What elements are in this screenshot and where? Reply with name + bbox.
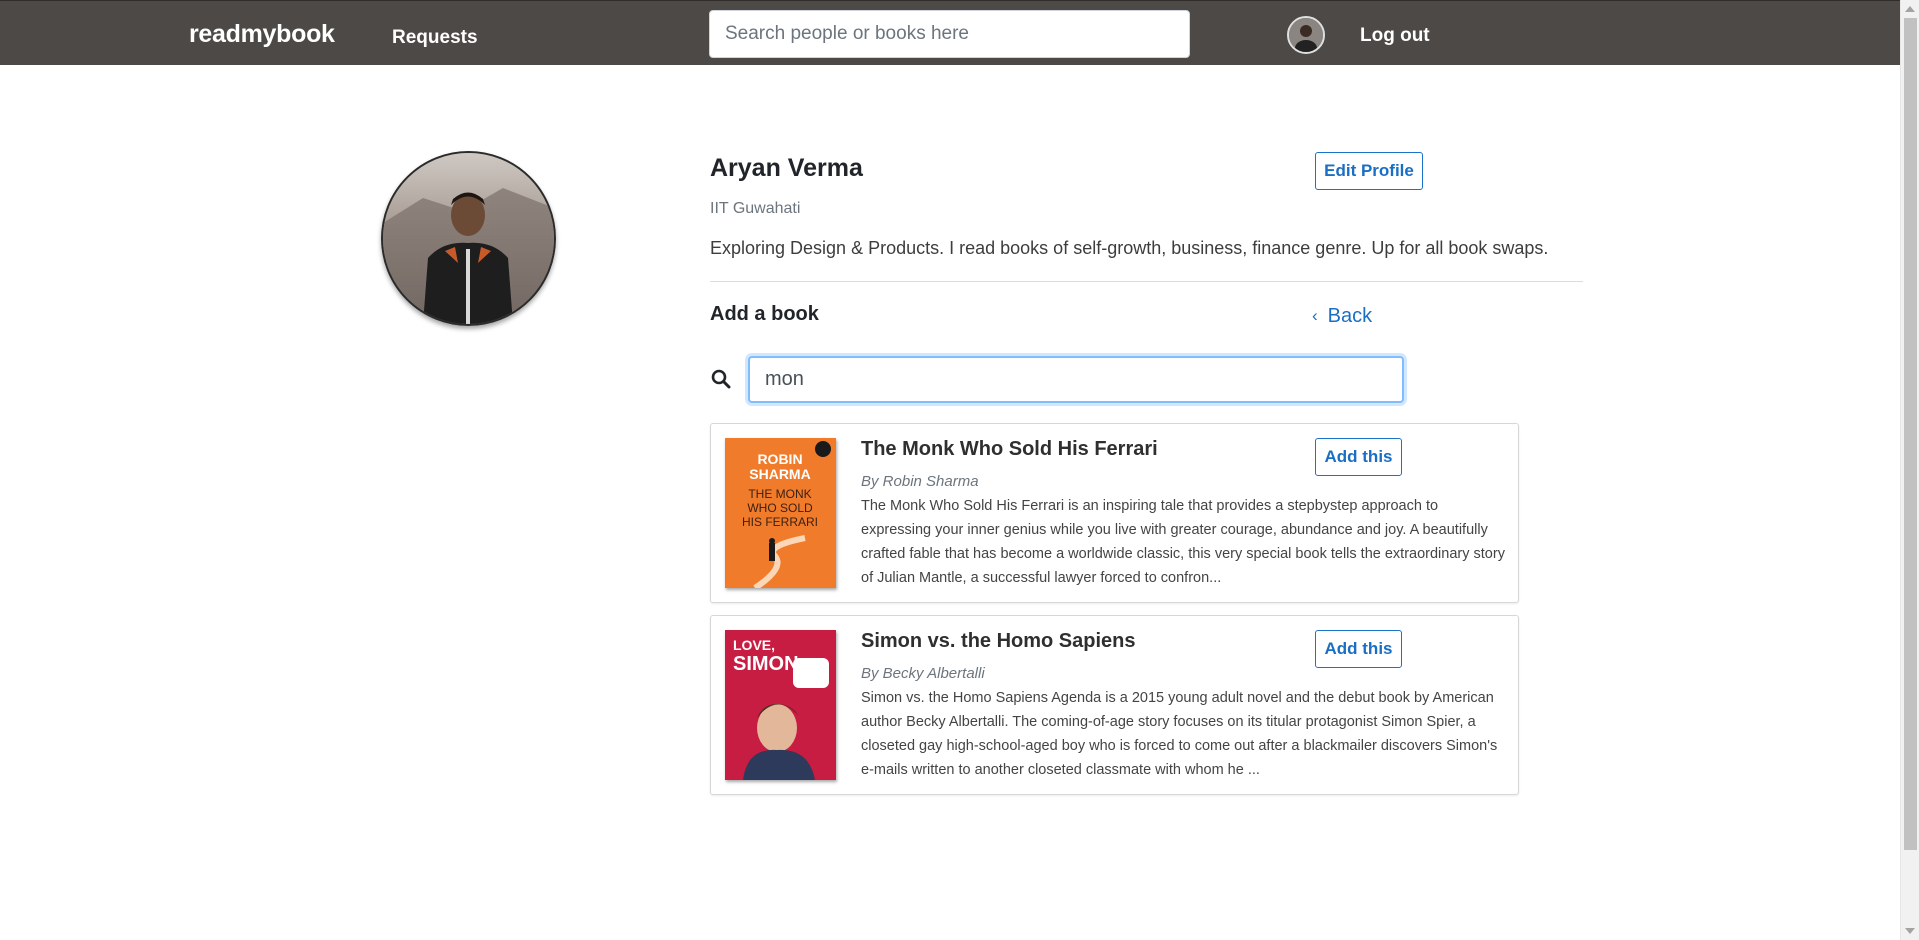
search-icon	[711, 369, 731, 389]
book-result-card: LOVE, SIMON Simon vs. the Homo Sapiens B…	[710, 615, 1519, 795]
page: readmybook Requests Log out	[0, 0, 1900, 940]
book-title: The Monk Who Sold His Ferrari	[861, 438, 1158, 460]
book-cover-image: ROBIN SHARMA THE MONK WHO SOLD HIS FERRA…	[725, 438, 836, 588]
svg-text:ROBIN: ROBIN	[757, 451, 802, 467]
back-link-label: Back	[1327, 305, 1373, 327]
book-title: Simon vs. the Homo Sapiens	[861, 630, 1136, 652]
book-cover-image: LOVE, SIMON	[725, 630, 836, 780]
back-link[interactable]: ‹ Back	[1312, 305, 1372, 328]
chevron-left-icon: ‹	[1312, 306, 1318, 325]
scroll-up-arrow-icon[interactable]	[1905, 6, 1915, 12]
logout-link[interactable]: Log out	[1360, 25, 1430, 47]
book-cover: ROBIN SHARMA THE MONK WHO SOLD HIS FERRA…	[725, 438, 836, 588]
book-author: By Becky Albertalli	[861, 665, 985, 682]
avatar-photo-icon	[1289, 18, 1323, 52]
svg-text:SIMON: SIMON	[733, 653, 799, 675]
book-description: Simon vs. the Homo Sapiens Agenda is a 2…	[861, 690, 1498, 778]
profile-name: Aryan Verma	[710, 154, 863, 182]
add-book-heading: Add a book	[710, 303, 819, 325]
profile-bio: Exploring Design & Products. I read book…	[710, 238, 1549, 258]
book-cover: LOVE, SIMON	[725, 630, 836, 780]
book-description: The Monk Who Sold His Ferrari is an insp…	[861, 498, 1505, 586]
svg-text:WHO SOLD: WHO SOLD	[747, 501, 813, 515]
svg-text:LOVE,: LOVE,	[733, 637, 775, 653]
svg-text:THE MONK: THE MONK	[748, 487, 811, 501]
top-navbar: readmybook Requests Log out	[0, 0, 1900, 65]
svg-text:HIS FERRARI: HIS FERRARI	[742, 515, 818, 529]
profile-photo	[381, 151, 556, 326]
scrollbar-thumb[interactable]	[1904, 18, 1917, 850]
add-book-button[interactable]: Add this	[1315, 630, 1402, 668]
profile-college: IIT Guwahati	[710, 200, 801, 217]
book-author: By Robin Sharma	[861, 473, 979, 490]
page-scrollbar[interactable]	[1900, 0, 1919, 940]
profile-photo-image	[383, 153, 554, 324]
nav-requests-link[interactable]: Requests	[392, 27, 478, 49]
add-book-button[interactable]: Add this	[1315, 438, 1402, 476]
book-search-input[interactable]	[748, 356, 1404, 403]
book-result-card: ROBIN SHARMA THE MONK WHO SOLD HIS FERRA…	[710, 423, 1519, 603]
svg-text:SHARMA: SHARMA	[749, 466, 810, 482]
edit-profile-button[interactable]: Edit Profile	[1315, 152, 1423, 190]
section-divider	[710, 281, 1583, 282]
global-search-input[interactable]	[709, 10, 1190, 58]
avatar[interactable]	[1287, 16, 1325, 54]
scroll-down-arrow-icon[interactable]	[1905, 928, 1915, 934]
brand-logo[interactable]: readmybook	[189, 20, 335, 49]
